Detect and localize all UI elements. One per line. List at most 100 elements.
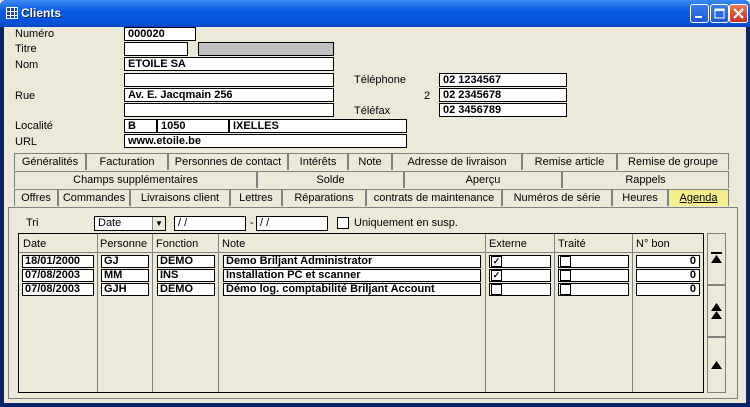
tab-note[interactable]: Note (348, 153, 392, 170)
telefax-field[interactable]: 02 3456789 (439, 103, 567, 117)
titre-field[interactable] (124, 42, 188, 56)
scroll-up-icon (711, 361, 722, 369)
tab-personnes-contact[interactable]: Personnes de contact (168, 153, 288, 170)
susp-label: Uniquement en susp. (354, 217, 458, 229)
cell-externe: ✓ (489, 255, 551, 268)
tri-select-value: Date (98, 217, 122, 229)
cell-note[interactable]: Demo Briljant Administrator (223, 255, 481, 268)
cell-bon[interactable]: 0 (636, 283, 700, 296)
col-divider (218, 234, 219, 392)
cell-bon[interactable]: 0 (636, 269, 700, 282)
tel2-prefix: 2 (424, 90, 431, 102)
tab-livraisons-client[interactable]: Livraisons client (130, 189, 230, 206)
tab-rappels[interactable]: Rappels (562, 171, 729, 188)
rue-field[interactable]: Av. E. Jacqmain 256 (124, 88, 334, 102)
col-divider (485, 234, 486, 392)
cell-personne[interactable]: GJ (101, 255, 149, 268)
telephone2-field[interactable]: 02 2345678 (439, 88, 567, 102)
tab-generalites[interactable]: Généralités (14, 153, 86, 170)
url-field[interactable]: www.etoile.be (124, 134, 407, 148)
externe-checkbox[interactable] (491, 284, 502, 295)
cell-note[interactable]: Installation PC et scanner (223, 269, 481, 282)
date-from-field[interactable]: / / (174, 216, 246, 231)
maximize-icon (714, 8, 725, 19)
tab-interets[interactable]: Intérêts (288, 153, 348, 170)
traite-checkbox[interactable] (560, 284, 571, 295)
close-button[interactable] (729, 4, 748, 23)
tab-remise-groupe[interactable]: Remise de groupe (617, 153, 729, 170)
cell-traite (558, 283, 629, 296)
cell-fonction[interactable]: INS (157, 269, 215, 282)
scroll-top-icon (711, 252, 722, 263)
maximize-button[interactable] (710, 4, 729, 23)
tab-agenda[interactable]: Agenda (668, 189, 729, 206)
localite-label: Localité (15, 120, 53, 132)
scroll-top-button[interactable] (707, 233, 726, 285)
col-divider (554, 234, 555, 392)
cell-fonction[interactable]: DEMO (157, 255, 215, 268)
tri-label: Tri (26, 217, 39, 229)
header-divider (19, 252, 703, 253)
tab-solde[interactable]: Solde (257, 171, 404, 188)
tab-heures[interactable]: Heures (612, 189, 668, 206)
traite-checkbox[interactable] (560, 256, 571, 267)
minimize-icon (695, 16, 702, 18)
traite-checkbox[interactable] (560, 270, 571, 281)
date-to-field[interactable]: / / (256, 216, 328, 231)
chevron-down-icon[interactable]: ▼ (152, 217, 165, 230)
url-label: URL (15, 136, 38, 148)
nom2-field[interactable] (124, 73, 334, 87)
scroll-up-button[interactable] (707, 337, 726, 393)
tab-reparations[interactable]: Réparations (282, 189, 366, 206)
tab-facturation[interactable]: Facturation (86, 153, 168, 170)
title-bar[interactable]: Clients (0, 0, 750, 27)
tab-contrats-maintenance[interactable]: contrats de maintenance (366, 189, 502, 206)
externe-checkbox[interactable]: ✓ (491, 256, 502, 267)
cell-personne[interactable]: GJH (101, 283, 149, 296)
nom-label: Nom (15, 59, 39, 71)
tab-apercu[interactable]: Aperçu (404, 171, 562, 188)
nom-field[interactable]: ETOILE SA (124, 57, 334, 71)
cell-traite (558, 255, 629, 268)
page-up-button[interactable] (707, 285, 726, 337)
form-area: Numéro Titre Nom Rue Localité URL 000020… (4, 27, 746, 403)
cp-field[interactable]: 1050 (157, 119, 229, 133)
externe-checkbox[interactable]: ✓ (491, 270, 502, 281)
titre-label: Titre (15, 43, 37, 55)
cell-date[interactable]: 07/08/2003 (22, 283, 94, 296)
cell-note[interactable]: Démo log. comptabilité Briljant Account (223, 283, 481, 296)
telephone-field[interactable]: 02 1234567 (439, 73, 567, 87)
ville-field[interactable]: IXELLES (229, 119, 407, 133)
col-divider (97, 234, 98, 392)
col-fonction-header: Fonction (156, 238, 199, 250)
minimize-button[interactable] (690, 4, 709, 23)
titre2-field[interactable] (198, 42, 334, 56)
cell-date[interactable]: 07/08/2003 (22, 269, 94, 282)
clients-window: Clients Numéro Titre Nom Rue Localité UR… (0, 0, 750, 407)
tab-lettres[interactable]: Lettres (230, 189, 282, 206)
cell-personne[interactable]: MM (101, 269, 149, 282)
close-icon (733, 8, 744, 19)
agenda-grid: Date Personne Fonction Note Externe Trai… (18, 233, 704, 393)
app-grid-icon (6, 7, 18, 19)
col-divider (152, 234, 153, 392)
col-personne-header: Personne (100, 238, 148, 250)
tab-commandes[interactable]: Commandes (58, 189, 130, 206)
col-bon-header: N° bon (636, 238, 670, 250)
pays-field[interactable]: B (124, 119, 157, 133)
telefax-label: Téléfax (354, 105, 391, 117)
cell-bon[interactable]: 0 (636, 255, 700, 268)
rue2-field[interactable] (124, 103, 334, 117)
col-traite-header: Traité (558, 238, 586, 250)
tab-remise-article[interactable]: Remise article (522, 153, 617, 170)
cell-date[interactable]: 18/01/2000 (22, 255, 94, 268)
rue-label: Rue (15, 90, 36, 102)
tab-numeros-serie[interactable]: Numéros de série (502, 189, 612, 206)
tab-champs-supplementaires[interactable]: Champs supplémentaires (14, 171, 257, 188)
susp-checkbox[interactable] (337, 217, 349, 229)
tab-adresse-livraison[interactable]: Adresse de livraison (392, 153, 522, 170)
tab-offres[interactable]: Offres (14, 189, 58, 206)
numero-field[interactable]: 000020 (124, 27, 196, 41)
tri-select[interactable]: Date ▼ (94, 216, 166, 231)
cell-fonction[interactable]: DEMO (157, 283, 215, 296)
